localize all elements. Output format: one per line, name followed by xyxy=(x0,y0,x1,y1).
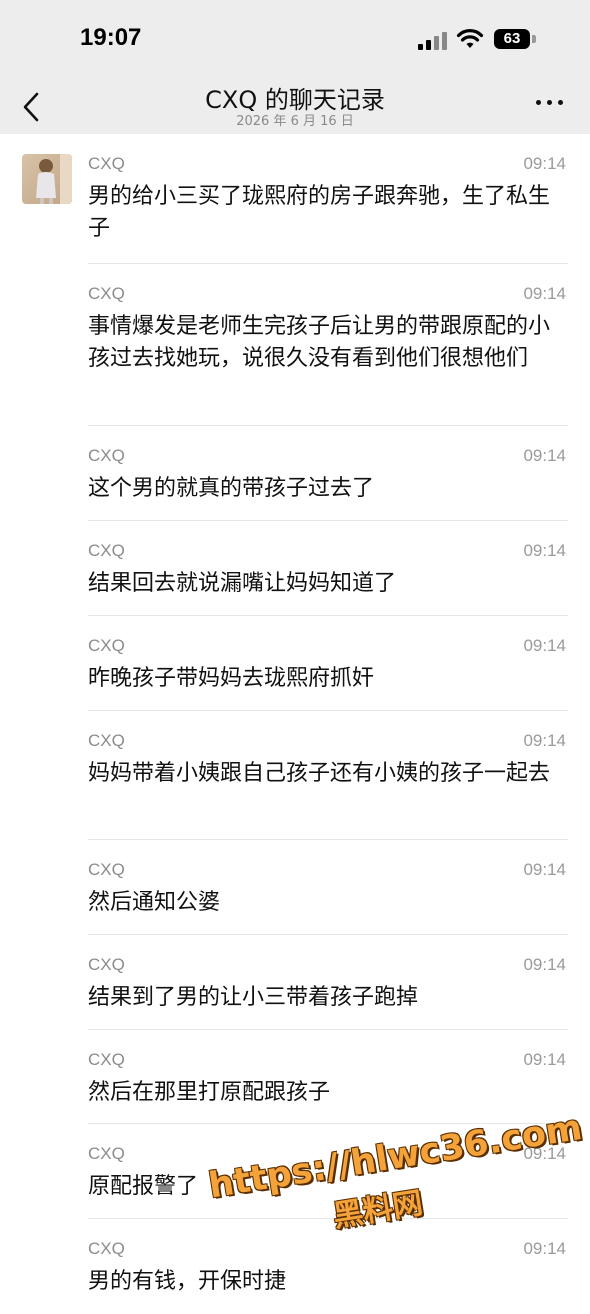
sender-name: CXQ xyxy=(88,731,125,750)
message-list: CXQ 09:14 男的给小三买了珑熙府的房子跟奔驰，生了私生子 CXQ 09:… xyxy=(0,134,590,1314)
wifi-icon xyxy=(456,29,484,48)
message-text: 原配报警了 xyxy=(88,1174,199,1199)
message-time: 09:14 xyxy=(523,541,566,560)
sender-name: CXQ xyxy=(88,636,125,655)
message-text: 这个男的就真的带孩子过去了 xyxy=(88,476,375,501)
message-text: 昨晚孩子带妈妈去珑熙府抓奸 xyxy=(88,666,375,691)
list-item[interactable]: CXQ 09:14 然后通知公婆 xyxy=(88,840,568,935)
message-time: 09:14 xyxy=(523,1050,566,1069)
sender-name: CXQ xyxy=(88,1239,125,1258)
sender-name: CXQ xyxy=(88,154,125,173)
message-text: 然后通知公婆 xyxy=(88,890,221,915)
sender-name: CXQ xyxy=(88,1144,125,1163)
list-item[interactable]: CXQ 09:14 事情爆发是老师生完孩子后让男的带跟原配的小孩过去找她玩，说很… xyxy=(88,264,568,426)
nav-bar: CXQ 的聊天记录 2026 年 6 月 16 日 xyxy=(0,80,590,134)
status-bar: 19:07 63 xyxy=(0,0,590,80)
sender-name: CXQ xyxy=(88,284,125,303)
message-text: 结果回去就说漏嘴让妈妈知道了 xyxy=(88,571,397,596)
list-item[interactable]: CXQ 09:14 男的有钱，开保时捷 xyxy=(88,1219,568,1314)
status-time: 19:07 xyxy=(80,24,142,51)
signal-icon xyxy=(418,30,448,50)
list-item[interactable]: CXQ 09:14 男的给小三买了珑熙府的房子跟奔驰，生了私生子 xyxy=(88,134,568,264)
list-item[interactable]: CXQ 09:14 这个男的就真的带孩子过去了 xyxy=(88,426,568,521)
message-time: 09:14 xyxy=(523,1239,566,1258)
message-time: 09:14 xyxy=(523,154,566,173)
list-item[interactable]: CXQ 09:14 原配报警了 xyxy=(88,1124,568,1219)
list-item[interactable]: CXQ 09:14 妈妈带着小姨跟自己孩子还有小姨的孩子一起去 xyxy=(88,711,568,840)
list-item[interactable]: CXQ 09:14 昨晚孩子带妈妈去珑熙府抓奸 xyxy=(88,616,568,711)
list-item[interactable]: CXQ 09:14 结果回去就说漏嘴让妈妈知道了 xyxy=(88,521,568,616)
message-time: 09:14 xyxy=(523,731,566,750)
message-text: 然后在那里打原配跟孩子 xyxy=(88,1080,331,1105)
message-time: 09:14 xyxy=(523,636,566,655)
sender-name: CXQ xyxy=(88,446,125,465)
more-icon[interactable] xyxy=(534,90,566,114)
message-time: 09:14 xyxy=(523,1144,566,1163)
message-text: 男的给小三买了珑熙府的房子跟奔驰，生了私生子 xyxy=(88,184,551,241)
sender-name: CXQ xyxy=(88,541,125,560)
message-time: 09:14 xyxy=(523,446,566,465)
message-text: 事情爆发是老师生完孩子后让男的带跟原配的小孩过去找她玩，说很久没有看到他们很想他… xyxy=(88,314,551,371)
battery-icon: 63 xyxy=(494,29,530,49)
sender-name: CXQ xyxy=(88,1050,125,1069)
battery-cap xyxy=(532,35,536,43)
sender-name: CXQ xyxy=(88,860,125,879)
message-text: 男的有钱，开保时捷 xyxy=(88,1269,287,1294)
list-item[interactable]: CXQ 09:14 然后在那里打原配跟孩子 xyxy=(88,1030,568,1124)
sender-name: CXQ xyxy=(88,955,125,974)
message-text: 妈妈带着小姨跟自己孩子还有小姨的孩子一起去 xyxy=(88,761,551,786)
list-item[interactable]: CXQ 09:14 结果到了男的让小三带着孩子跑掉 xyxy=(88,935,568,1030)
message-time: 09:14 xyxy=(523,860,566,879)
page-subtitle: 2026 年 6 月 16 日 xyxy=(236,114,354,129)
message-time: 09:14 xyxy=(523,284,566,303)
message-time: 09:14 xyxy=(523,955,566,974)
message-text: 结果到了男的让小三带着孩子跑掉 xyxy=(88,985,419,1010)
